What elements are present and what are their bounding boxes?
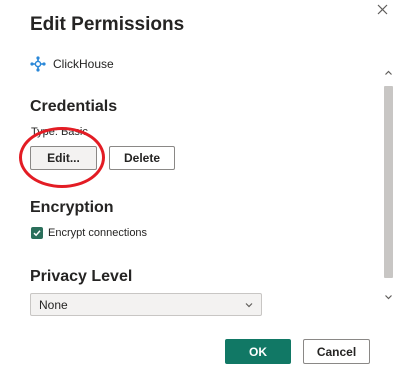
delete-credentials-button[interactable]: Delete xyxy=(109,146,175,170)
connector-icon xyxy=(30,56,46,72)
scroll-up-arrow-icon[interactable] xyxy=(383,67,394,79)
encryption-heading: Encryption xyxy=(30,199,114,216)
checkmark-icon xyxy=(33,230,41,237)
ok-button[interactable]: OK xyxy=(225,339,291,364)
scroll-down-arrow-icon[interactable] xyxy=(383,291,394,303)
scrollbar-thumb[interactable] xyxy=(384,86,393,278)
credentials-heading: Credentials xyxy=(30,98,118,115)
data-source-name: ClickHouse xyxy=(53,57,114,71)
chevron-down-icon xyxy=(245,302,253,307)
vertical-scrollbar[interactable] xyxy=(383,63,394,310)
encrypt-connections-checkbox[interactable] xyxy=(31,227,43,239)
privacy-level-heading: Privacy Level xyxy=(30,268,133,285)
dialog-title: Edit Permissions xyxy=(30,14,185,35)
edit-credentials-button[interactable]: Edit... xyxy=(30,146,97,170)
cancel-button[interactable]: Cancel xyxy=(303,339,370,364)
encrypt-connections-row[interactable]: Encrypt connections xyxy=(31,227,147,239)
encrypt-connections-label: Encrypt connections xyxy=(48,227,148,239)
privacy-level-value: None xyxy=(39,297,68,312)
privacy-level-dropdown[interactable]: None xyxy=(30,293,262,316)
close-icon[interactable] xyxy=(372,0,392,20)
credential-type-label: Type: Basic xyxy=(31,126,88,138)
data-source-row: ClickHouse xyxy=(30,56,114,72)
